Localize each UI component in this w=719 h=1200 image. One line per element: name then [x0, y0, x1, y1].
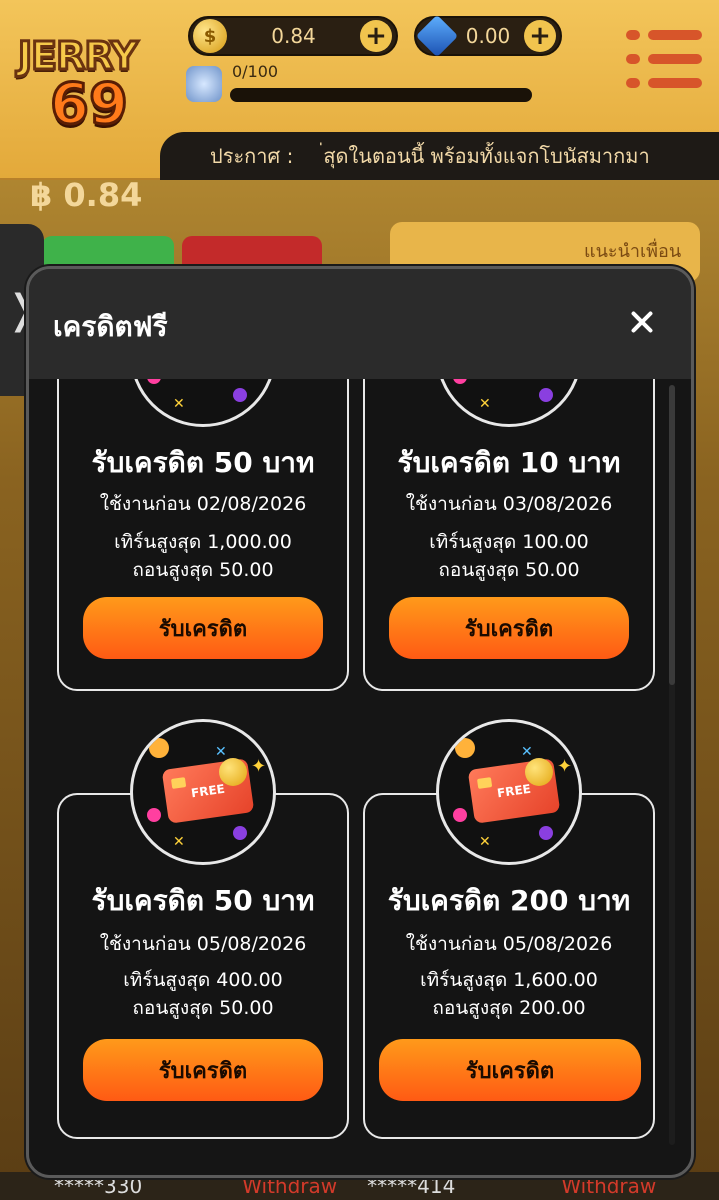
jerry69-logo[interactable]: JERRY 69	[14, 28, 164, 139]
credit-expiry: ใช้งานก่อน 02/08/2026	[99, 493, 307, 515]
coin-icon: $	[193, 19, 227, 53]
credit-title: รับเครดิต 50 บาท	[91, 884, 315, 917]
credit-max-withdraw: ถอนสูงสุด 50.00	[132, 997, 274, 1019]
coin-balance-value: 0.84	[271, 24, 316, 48]
gem-icon	[415, 14, 459, 58]
free-credit-badge-icon: ✕ ✦ FREE ✕	[436, 719, 582, 865]
credit-max-turnover: เทิร์นสูงสุด 100.00	[429, 531, 589, 553]
credit-expiry: ใช้งานก่อน 05/08/2026	[405, 933, 613, 955]
top-bar: JERRY 69 $ 0.84 + 0.00 + 0/100 ประกาศ : …	[0, 0, 719, 180]
modal-title: เครดิตฟรี	[53, 310, 168, 343]
credit-expiry: ใช้งานก่อน 05/08/2026	[99, 933, 307, 955]
scrollbar[interactable]	[669, 385, 675, 1145]
close-icon[interactable]	[623, 303, 661, 341]
credit-title: รับเครดิต 50 บาท	[91, 446, 315, 479]
free-credit-modal: เครดิตฟรี ✕ รับเครดิต 50 บาท ใช้งานก่อน …	[26, 266, 694, 1178]
credit-max-withdraw: ถอนสูงสุด 50.00	[438, 559, 580, 581]
free-credit-badge-icon: ✕ ✦ FREE ✕	[130, 719, 276, 865]
credit-max-turnover: เทิร์นสูงสุด 400.00	[123, 969, 283, 991]
announcement-bar: ประกาศ : ่สุดในตอนนี้ พร้อมทั้งแจกโบนัสม…	[160, 132, 719, 180]
credit-max-turnover: เทิร์นสูงสุด 1,600.00	[420, 969, 598, 991]
announcement-label: ประกาศ :	[210, 144, 294, 168]
credit-card: ✕ ✦ FREE ✕ รับเครดิต 200 บาท ใช้งานก่อน …	[363, 719, 655, 1139]
credit-max-withdraw: ถอนสูงสุด 200.00	[432, 997, 586, 1019]
hamburger-menu-icon[interactable]	[626, 28, 702, 92]
credit-card: ✕ รับเครดิต 50 บาท ใช้งานก่อน 02/08/2026…	[57, 379, 349, 691]
free-label: FREE	[496, 781, 532, 801]
claim-credit-button[interactable]: รับเครดิต	[389, 597, 629, 659]
level-progress-bar	[230, 88, 532, 102]
modal-header: เครดิตฟรี	[29, 269, 691, 379]
free-label: FREE	[190, 781, 226, 801]
claim-credit-button[interactable]: รับเครดิต	[83, 1039, 323, 1101]
avatar[interactable]	[186, 66, 222, 102]
free-credit-badge-icon: ✕	[436, 379, 582, 427]
free-credit-badge-icon: ✕	[130, 379, 276, 427]
level-progress-text: 0/100	[232, 62, 279, 81]
add-gem-button[interactable]: +	[524, 20, 556, 52]
credit-card: ✕ รับเครดิต 10 บาท ใช้งานก่อน 03/08/2026…	[363, 379, 655, 691]
credit-title: รับเครดิต 200 บาท	[387, 884, 631, 917]
credit-expiry: ใช้งานก่อน 03/08/2026	[405, 493, 613, 515]
claim-credit-button[interactable]: รับเครดิต	[379, 1039, 641, 1101]
background-balance: ฿ 0.84	[30, 176, 143, 214]
credit-title: รับเครดิต 10 บาท	[397, 446, 621, 479]
claim-credit-button[interactable]: รับเครดิต	[83, 597, 323, 659]
gem-balance-pill: 0.00 +	[414, 14, 562, 58]
coin-balance-pill: $ 0.84 +	[188, 16, 398, 56]
credit-card: ✕ ✦ FREE ✕ รับเครดิต 50 บาท ใช้งานก่อน 0…	[57, 719, 349, 1139]
scrollbar-thumb[interactable]	[669, 385, 675, 685]
add-coin-button[interactable]: +	[360, 20, 392, 52]
logo-number: 69	[49, 71, 130, 139]
invite-friend-label: แนะนำเพื่อน	[584, 241, 682, 262]
credit-max-turnover: เทิร์นสูงสุด 1,000.00	[114, 531, 292, 553]
announcement-text: ่สุดในตอนนี้ พร้อมทั้งแจกโบนัสมากมา	[323, 144, 650, 168]
gem-balance-value: 0.00	[465, 24, 511, 48]
credit-max-withdraw: ถอนสูงสุด 50.00	[132, 559, 274, 581]
credit-list[interactable]: ✕ รับเครดิต 50 บาท ใช้งานก่อน 02/08/2026…	[29, 379, 691, 1175]
